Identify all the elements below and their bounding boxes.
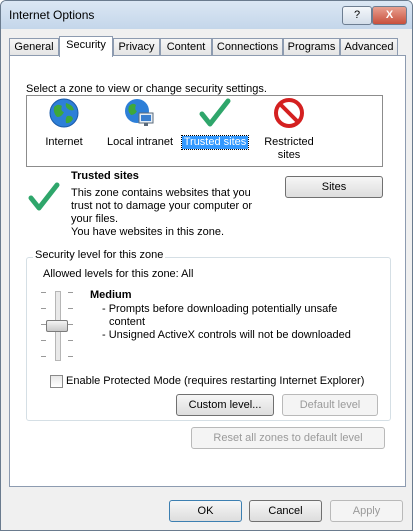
level-desc-line: - Prompts before downloading potentially… <box>102 303 338 315</box>
slider-tick <box>68 340 73 341</box>
desc-line: You have websites in this zone. <box>71 226 225 238</box>
custom-level-button[interactable]: Custom level... <box>176 394 274 416</box>
intranet-icon <box>125 99 154 126</box>
selected-zone-description: This zone contains websites that you tru… <box>71 187 252 239</box>
restricted-icon <box>274 98 304 128</box>
zone-restricted-label-line1: Restricted <box>264 136 314 148</box>
desc-line: your files. <box>71 213 119 225</box>
protected-mode-label: Enable Protected Mode (requires restarti… <box>66 375 365 387</box>
protected-mode-checkbox[interactable] <box>50 375 63 388</box>
zone-internet[interactable]: Internet <box>36 97 92 149</box>
slider-tick <box>68 324 73 325</box>
cancel-button[interactable]: Cancel <box>249 500 322 522</box>
slider-tick <box>41 308 46 309</box>
close-button[interactable]: X <box>372 6 407 25</box>
security-level-name: Medium <box>90 289 132 301</box>
tab-connections[interactable]: Connections <box>212 38 283 56</box>
globe-icon <box>49 98 79 128</box>
zone-local-intranet-label: Local intranet <box>106 136 174 148</box>
level-desc-line: - Unsigned ActiveX controls will not be … <box>102 329 351 341</box>
zones-prompt: Select a zone to view or change security… <box>26 83 267 95</box>
selected-zone-title: Trusted sites <box>71 170 139 182</box>
sites-button[interactable]: Sites <box>285 176 383 198</box>
zone-trusted-sites-label: Trusted sites <box>180 135 250 150</box>
ok-button[interactable]: OK <box>169 500 242 522</box>
zone-restricted-label-line2: sites <box>277 149 301 161</box>
slider-tick <box>68 356 73 357</box>
zone-local-intranet[interactable]: Local intranet <box>104 97 176 149</box>
tab-security[interactable]: Security <box>59 36 113 57</box>
tab-privacy[interactable]: Privacy <box>113 38 160 56</box>
allowed-levels: Allowed levels for this zone: All <box>43 268 194 280</box>
zone-internet-label: Internet <box>45 136 83 148</box>
window-title: Internet Options <box>9 8 95 22</box>
trusted-sites-large-checkmark-icon <box>28 182 60 211</box>
default-level-button[interactable]: Default level <box>282 394 378 416</box>
apply-button[interactable]: Apply <box>330 500 403 522</box>
desc-line: trust not to damage your computer or <box>71 200 252 212</box>
level-desc-line: content <box>109 316 146 328</box>
slider-tick <box>41 356 46 357</box>
tab-content[interactable]: Content <box>160 38 212 56</box>
tab-programs[interactable]: Programs <box>283 38 340 56</box>
security-level-slider-thumb[interactable] <box>46 320 68 332</box>
slider-tick <box>41 340 46 341</box>
security-level-description: - Prompts before downloading potentially… <box>102 303 351 342</box>
zone-trusted-sites[interactable]: Trusted sites <box>180 97 250 150</box>
tab-general[interactable]: General <box>9 38 59 56</box>
help-button[interactable]: ? <box>342 6 372 25</box>
slider-tick <box>41 292 46 293</box>
slider-tick <box>68 292 73 293</box>
zone-restricted-sites[interactable]: Restricted sites <box>260 97 318 162</box>
reset-all-zones-button[interactable]: Reset all zones to default level <box>191 427 385 449</box>
title-bar[interactable]: Internet Options ? X <box>1 1 412 29</box>
checkmark-icon <box>199 98 231 127</box>
slider-tick <box>68 308 73 309</box>
internet-options-window: Internet Options ? X General Security Pr… <box>0 0 413 531</box>
security-level-title: Security level for this zone <box>33 249 166 261</box>
tab-advanced[interactable]: Advanced <box>340 38 398 56</box>
desc-line: This zone contains websites that you <box>71 187 251 199</box>
